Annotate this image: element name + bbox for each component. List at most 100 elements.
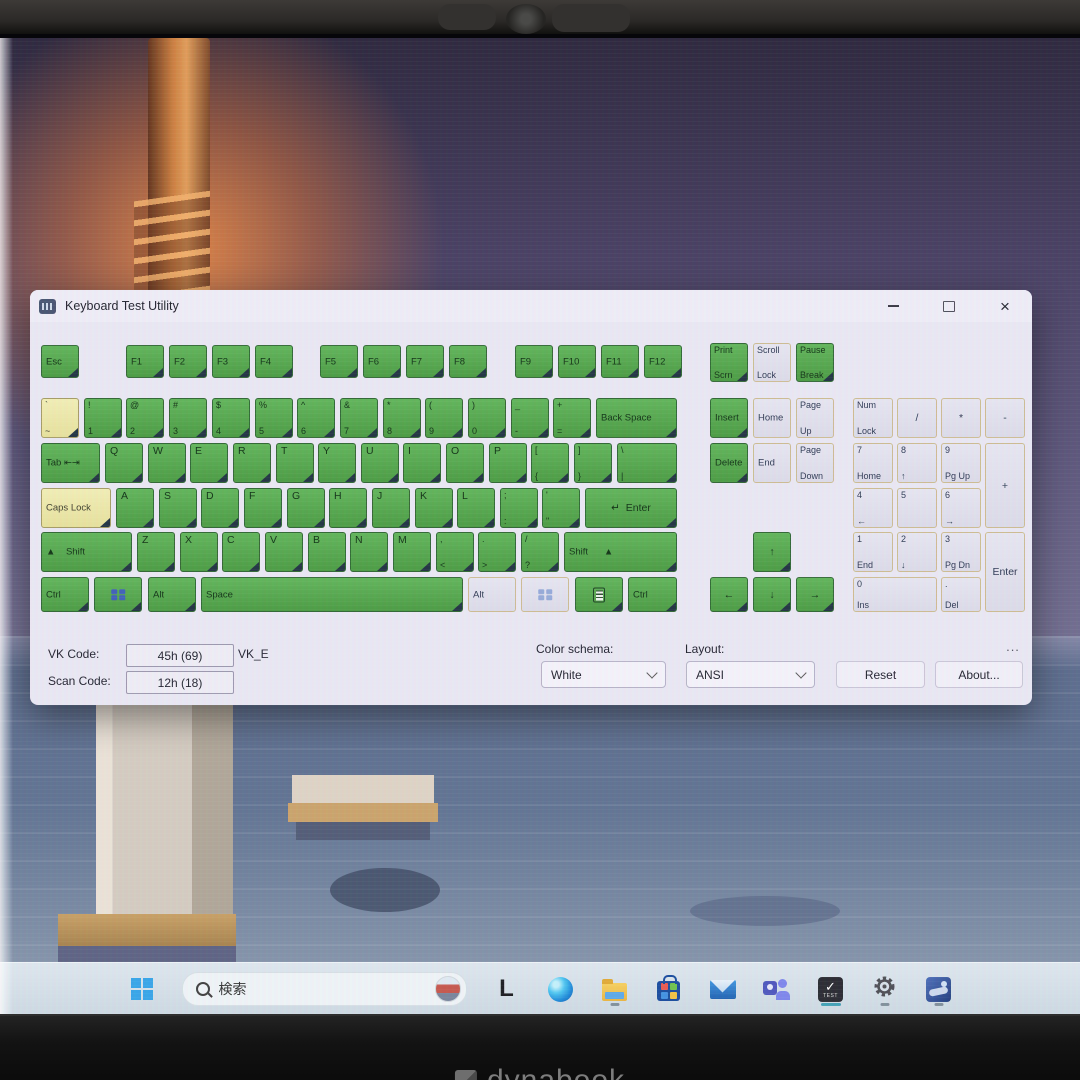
key-arrow-left: ← — [710, 577, 748, 612]
key-o: O — [446, 443, 484, 483]
key-j: J — [372, 488, 410, 528]
window-titlebar[interactable]: Keyboard Test Utility × — [30, 290, 1032, 322]
layout-select[interactable]: ANSI — [686, 661, 815, 688]
mail-icon[interactable] — [709, 969, 737, 1009]
keyboard-test-window: Keyboard Test Utility × EscF1F2F3F4F5F6F… — [30, 290, 1032, 705]
running-indicator — [880, 1003, 889, 1006]
system-app-icon[interactable] — [925, 969, 953, 1009]
screen: Keyboard Test Utility × EscF1F2F3F4F5F6F… — [0, 38, 1080, 1014]
maximize-button[interactable] — [932, 294, 966, 318]
minimize-button[interactable] — [876, 294, 910, 318]
key-pause-break: PauseBreak — [796, 343, 834, 382]
key-home: Home — [753, 398, 791, 438]
key-4: $4 — [212, 398, 250, 438]
key-d: D — [201, 488, 239, 528]
search-placeholder: 検索 — [219, 979, 426, 999]
dynabook-logo: dynabook — [455, 1064, 625, 1080]
taskbar-search[interactable]: 検索 — [182, 972, 467, 1006]
key-2: @2 — [126, 398, 164, 438]
more-button[interactable]: ... — [999, 639, 1027, 654]
key-shift-right: Shift ▲ — [564, 532, 677, 572]
key-5: %5 — [255, 398, 293, 438]
color-schema-select[interactable]: White — [541, 661, 666, 688]
key-f3: F3 — [212, 345, 250, 378]
key-f4: F4 — [255, 345, 293, 378]
close-button[interactable]: × — [988, 294, 1022, 318]
key-num-lock: NumLock — [853, 398, 893, 438]
key-i: I — [403, 443, 441, 483]
edge-icon[interactable] — [547, 969, 575, 1009]
key-v: V — [265, 532, 303, 572]
key-enter: ↵ Enter — [585, 488, 677, 528]
store-icon[interactable] — [655, 969, 683, 1009]
key-f1: F1 — [126, 345, 164, 378]
key-np-5: 5 — [897, 488, 937, 528]
key-g: G — [287, 488, 325, 528]
about-button[interactable]: About... — [935, 661, 1023, 688]
key-tab: Tab ⇤⇥ — [41, 443, 100, 483]
key-arrow-up: ↑ — [753, 532, 791, 572]
key-f8: F8 — [449, 345, 487, 378]
search-highlight-thumbnail — [435, 976, 461, 1002]
key-np-9: 9Pg Up — [941, 443, 981, 483]
key-win-left — [94, 577, 142, 612]
keyboard-test-app-icon[interactable]: ✓TEST — [817, 969, 845, 1009]
app-icon — [39, 299, 56, 314]
key-f: F — [244, 488, 282, 528]
key-np-3: 3Pg Dn — [941, 532, 981, 572]
key-t: T — [276, 443, 314, 483]
key-ctrl-right: Ctrl — [628, 577, 677, 612]
webcam-sensor — [552, 4, 630, 32]
key-z: Z — [137, 532, 175, 572]
key-3: #3 — [169, 398, 207, 438]
wallpaper-pier-shadow — [296, 822, 430, 840]
key-b: B — [308, 532, 346, 572]
teams-icon[interactable] — [763, 969, 791, 1009]
key-7: &7 — [340, 398, 378, 438]
settings-icon[interactable] — [871, 969, 899, 1009]
key-f12: F12 — [644, 345, 682, 378]
key-comma: ,< — [436, 532, 474, 572]
key-w: W — [148, 443, 186, 483]
key-a: A — [116, 488, 154, 528]
key-f7: F7 — [406, 345, 444, 378]
key-backspace: Back Space — [596, 398, 677, 438]
running-indicator — [934, 1003, 943, 1006]
key-f2: F2 — [169, 345, 207, 378]
reset-button[interactable]: Reset — [836, 661, 925, 688]
wallpaper-bridge-lights — [134, 191, 210, 302]
key-np-minus: - — [985, 398, 1025, 438]
l-app-icon[interactable]: L — [493, 969, 521, 1009]
key-insert: Insert — [710, 398, 748, 438]
wallpaper-pier-top — [292, 775, 434, 803]
key-1: !1 — [84, 398, 122, 438]
key-menu — [575, 577, 623, 612]
key-np-divide: / — [897, 398, 937, 438]
key-c: C — [222, 532, 260, 572]
file-explorer-icon[interactable] — [601, 969, 629, 1009]
vk-code-label: VK Code: — [48, 647, 99, 661]
key-np-multiply: * — [941, 398, 981, 438]
key-f6: F6 — [363, 345, 401, 378]
wallpaper-pier-band — [288, 803, 438, 822]
laptop-photo: Keyboard Test Utility × EscF1F2F3F4F5F6F… — [0, 0, 1080, 1080]
key-9: (9 — [425, 398, 463, 438]
key-win-right — [521, 577, 569, 612]
key-h: H — [329, 488, 367, 528]
key-np-2: 2↓ — [897, 532, 937, 572]
key-alt-right: Alt — [468, 577, 516, 612]
key-caps-lock: Caps Lock — [41, 488, 111, 528]
windows-logo-icon — [111, 589, 125, 601]
key-q: Q — [105, 443, 143, 483]
running-indicator — [821, 1003, 841, 1006]
key-np-0: 0Ins — [853, 577, 937, 612]
menu-icon — [593, 587, 605, 602]
start-icon[interactable] — [128, 969, 156, 1009]
running-indicator — [610, 1003, 619, 1006]
key-print-screen: PrintScrn — [710, 343, 748, 382]
scan-code-label: Scan Code: — [48, 674, 111, 688]
key-m: M — [393, 532, 431, 572]
key-s: S — [159, 488, 197, 528]
search-icon — [196, 982, 210, 996]
key-f9: F9 — [515, 345, 553, 378]
